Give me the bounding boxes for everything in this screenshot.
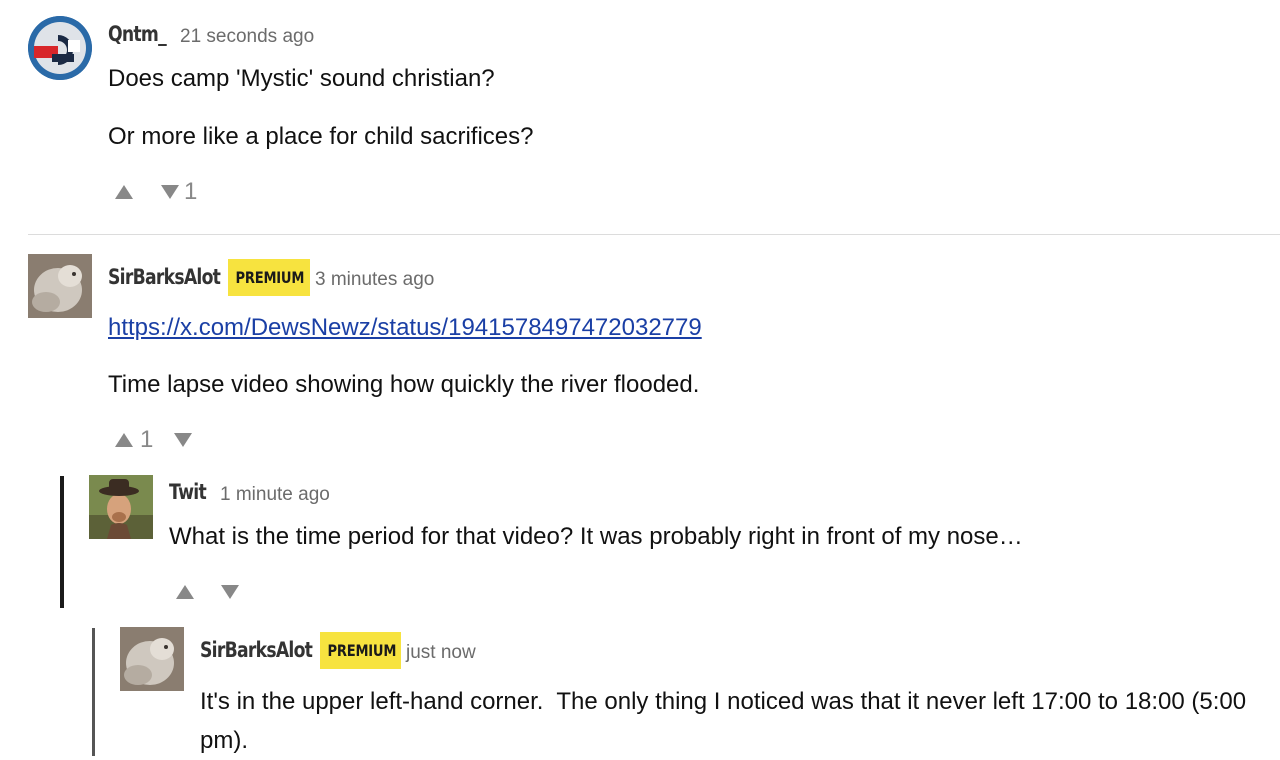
downvote-button[interactable] xyxy=(160,184,180,200)
premium-badge: PREMIUM xyxy=(320,632,401,669)
triangle-up-icon xyxy=(115,433,133,447)
triangle-up-icon xyxy=(176,585,194,599)
upvote-button[interactable] xyxy=(114,432,134,448)
avatar-man-hat-icon xyxy=(89,475,153,539)
premium-badge: PREMIUM xyxy=(228,259,310,296)
comment-text: Does camp 'Mystic' sound christian? xyxy=(108,65,495,92)
comment-username[interactable]: Twit xyxy=(169,480,207,504)
upvote-count: 1 xyxy=(140,426,154,453)
comment-text: What is the time period for that video? … xyxy=(169,523,1023,550)
triangle-down-icon xyxy=(174,433,192,447)
downvote-count: 1 xyxy=(184,178,198,205)
comment-username[interactable]: Qntm_ xyxy=(108,22,167,46)
comment-username[interactable]: SirBarksAlot xyxy=(108,265,221,289)
avatar[interactable] xyxy=(89,475,153,539)
comment-text: Or more like a place for child sacrifice… xyxy=(108,123,534,150)
avatar-dog-icon xyxy=(120,627,184,691)
comment-username[interactable]: SirBarksAlot xyxy=(200,638,313,662)
avatar[interactable] xyxy=(120,627,184,691)
downvote-button[interactable] xyxy=(220,584,240,600)
upvote-button[interactable] xyxy=(114,184,134,200)
avatar[interactable] xyxy=(28,254,92,318)
comment-timestamp[interactable]: just now xyxy=(406,642,476,664)
avatar-logo-icon xyxy=(28,16,92,80)
comment-timestamp[interactable]: 1 minute ago xyxy=(220,484,330,506)
downvote-button[interactable] xyxy=(173,432,193,448)
avatar-dog-icon xyxy=(28,254,92,318)
comment-text: It's in the upper left-hand corner. The … xyxy=(200,688,1253,754)
reply-thread-bar[interactable] xyxy=(60,476,64,608)
triangle-down-icon xyxy=(161,185,179,199)
comment-divider xyxy=(28,234,1280,235)
triangle-down-icon xyxy=(221,585,239,599)
avatar[interactable] xyxy=(28,16,92,80)
comment-timestamp[interactable]: 3 minutes ago xyxy=(315,269,434,291)
upvote-button[interactable] xyxy=(175,584,195,600)
comment-link[interactable]: https://x.com/DewsNewz/status/1941578497… xyxy=(108,314,702,342)
reply-thread-bar[interactable] xyxy=(92,628,95,756)
comment-timestamp[interactable]: 21 seconds ago xyxy=(180,26,314,48)
triangle-up-icon xyxy=(115,185,133,199)
comment-text: Time lapse video showing how quickly the… xyxy=(108,371,700,398)
